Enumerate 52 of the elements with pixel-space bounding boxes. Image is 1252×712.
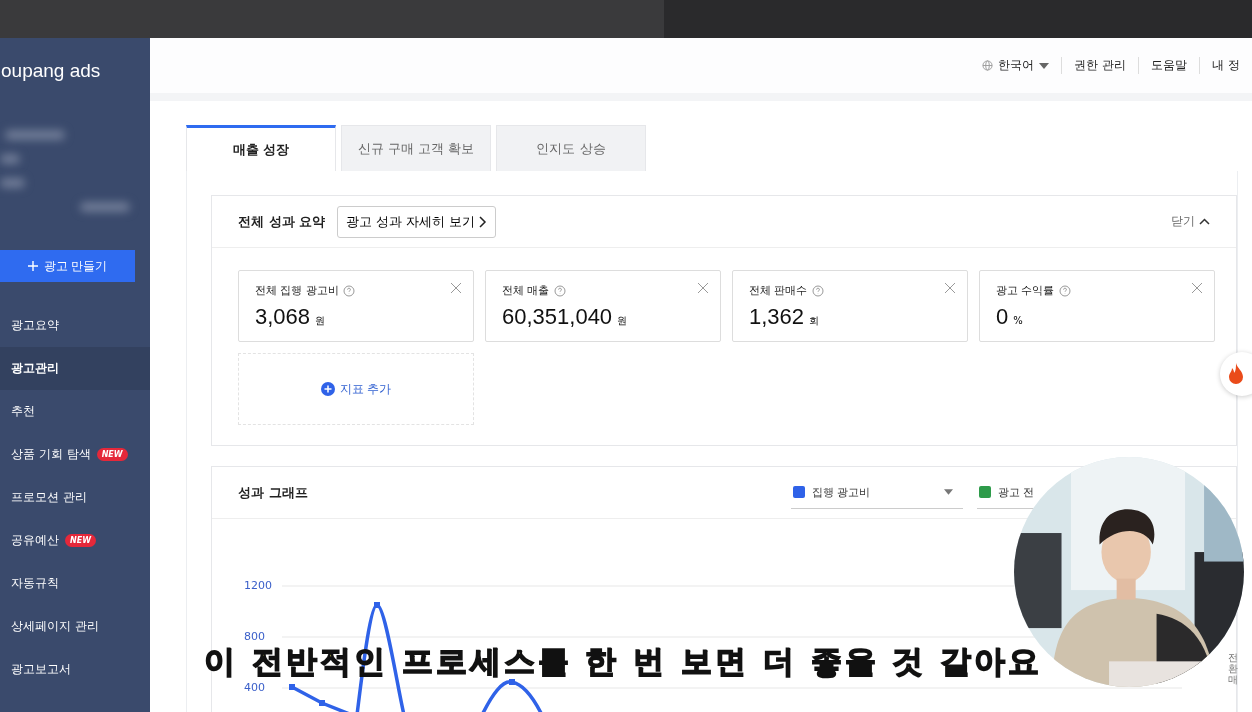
tab[interactable]: 신규 구매 고객 확보: [341, 125, 491, 171]
sidebar-item[interactable]: 광고요약: [0, 304, 150, 347]
metric-unit: %: [1013, 315, 1023, 326]
sidebar-item-label: 추천: [11, 403, 35, 420]
metric-label: 전체 판매수: [749, 283, 808, 298]
header-link[interactable]: 도움말: [1138, 57, 1200, 74]
legend-dropdown[interactable]: 광고 전: [977, 476, 1037, 509]
add-metric-button[interactable]: 지표 추가: [238, 353, 474, 425]
tab[interactable]: 인지도 상승: [496, 125, 646, 171]
sidebar-item-label: 광고요약: [11, 317, 59, 334]
metric-value: 0: [996, 304, 1009, 330]
new-badge: NEW: [96, 448, 128, 461]
metric-unit: 원: [315, 314, 326, 328]
right-axis-label: 전환 매: [1228, 652, 1238, 685]
metric-value: 3,068: [255, 304, 311, 330]
sidebar-item[interactable]: 상품 기회 탐색 NEW: [0, 433, 150, 476]
sidebar-item-label: 광고관리: [11, 360, 59, 377]
metric-value: 1,362: [749, 304, 805, 330]
metric-label: 전체 집행 광고비: [255, 283, 339, 298]
y-tick-label: 800: [244, 630, 266, 643]
sidebar-item[interactable]: 광고보고서: [0, 648, 150, 691]
sidebar-item[interactable]: 자동규칙: [0, 562, 150, 605]
summary-title: 전체 성과 요약: [238, 212, 326, 231]
sidebar-item[interactable]: 상세페이지 관리: [0, 605, 150, 648]
header-link[interactable]: 내 정: [1199, 57, 1252, 74]
sidebar-item[interactable]: 광고관리: [0, 347, 150, 390]
tab[interactable]: 매출 성장: [186, 125, 336, 171]
sidebar-item-label: 상세페이지 관리: [11, 618, 99, 635]
metric-value: 60,351,040: [502, 304, 613, 330]
sidebar-item-label: 프로모션 관리: [11, 489, 87, 506]
sidebar-item-label: 자동규칙: [11, 575, 59, 592]
collapse-button[interactable]: 닫기: [1171, 213, 1210, 230]
metric-unit: 회: [809, 314, 820, 328]
logo: oupang ads: [0, 59, 102, 83]
detail-button[interactable]: 광고 성과 자세히 보기: [337, 205, 497, 238]
language-selector[interactable]: 한국어: [970, 57, 1062, 74]
metric-label: 전체 매출: [502, 283, 550, 298]
new-badge: NEW: [65, 534, 96, 547]
sidebar-item-label: 광고보고서: [11, 661, 71, 678]
y-tick-label: 1200: [244, 579, 272, 592]
sidebar-item[interactable]: 공유예산 NEW: [0, 519, 150, 562]
metric-unit: 원: [617, 314, 628, 328]
sidebar-item[interactable]: 프로모션 관리: [0, 476, 150, 519]
sidebar-item-label: 공유예산: [11, 532, 59, 549]
create-ad-button[interactable]: 광고 만들기: [0, 250, 135, 282]
y-tick-label: 400: [244, 681, 266, 694]
metric-label: 광고 수익률: [996, 283, 1055, 298]
sidebar-item[interactable]: 추천: [0, 390, 150, 433]
header-link[interactable]: 권한 관리: [1061, 57, 1139, 74]
graph-title: 성과 그래프: [238, 483, 308, 502]
sidebar-item-label: 상품 기회 탐색: [11, 446, 91, 463]
legend-dropdown[interactable]: 집행 광고비: [791, 476, 963, 509]
